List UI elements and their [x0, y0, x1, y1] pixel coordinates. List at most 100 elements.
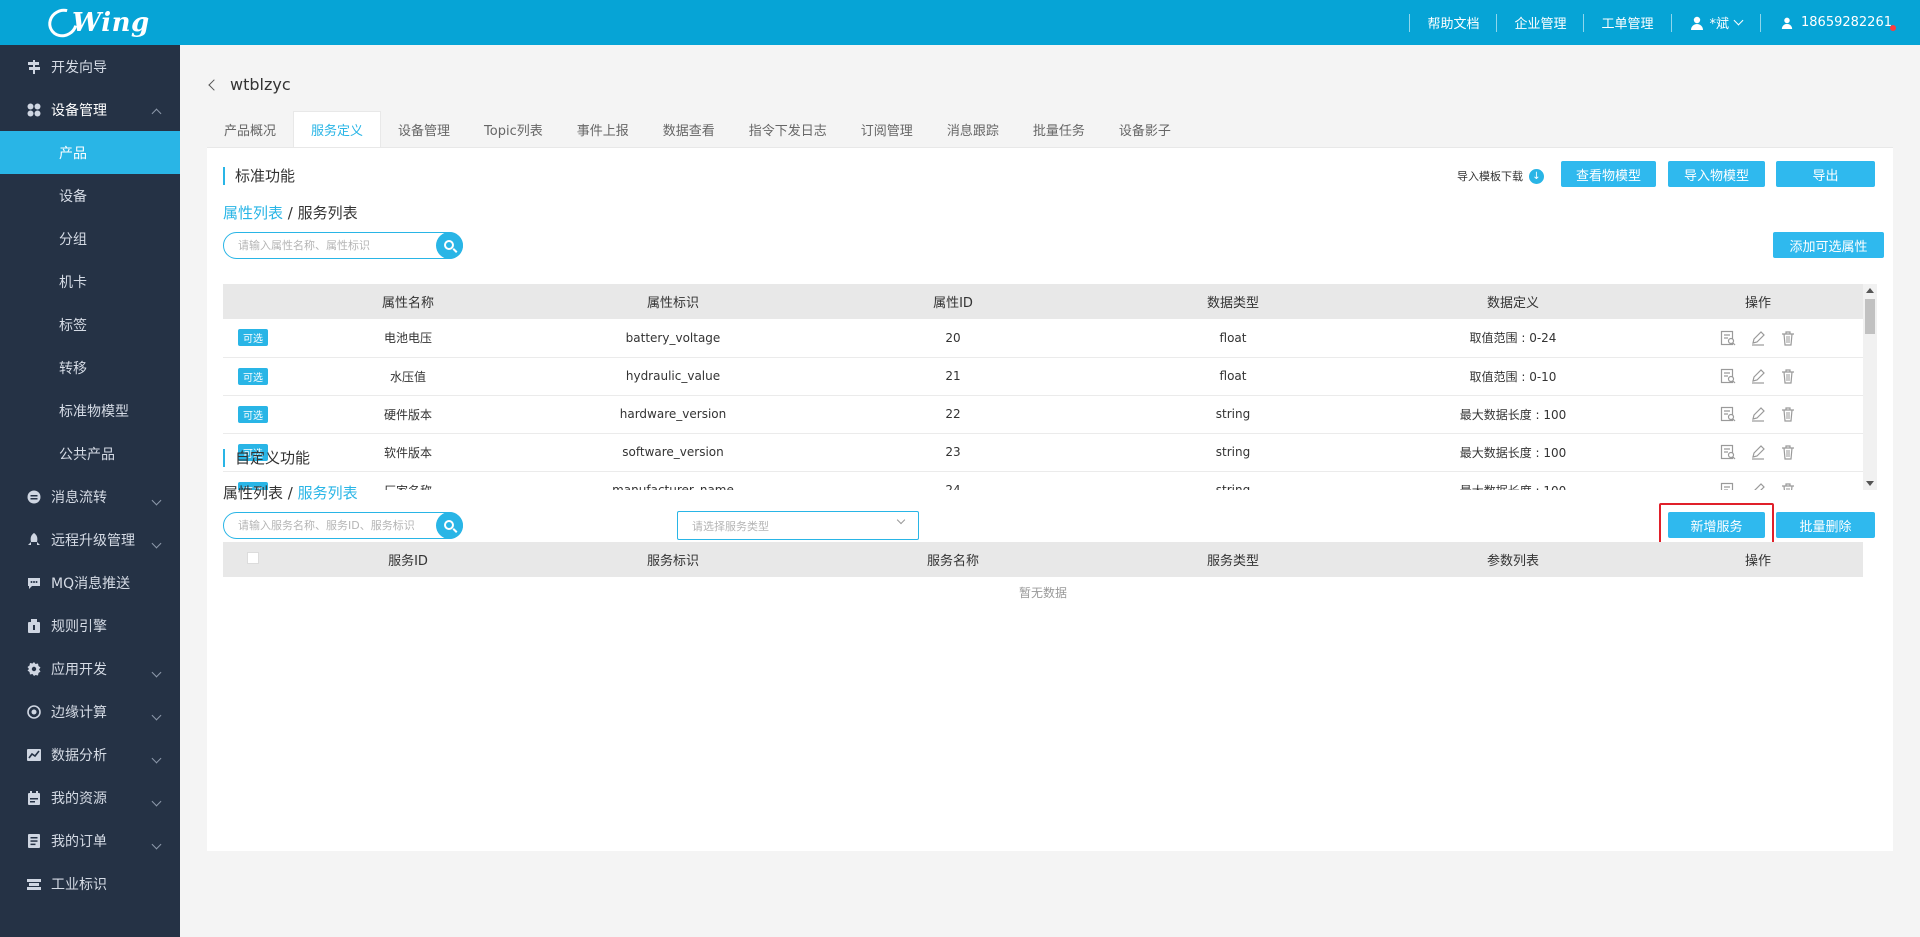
sidebar-item-data-analysis[interactable]: 数据分析 [0, 733, 180, 776]
sidebar-item-label: MQ消息推送 [51, 575, 131, 592]
ticket-link[interactable]: 工单管理 [1584, 13, 1670, 32]
export-button[interactable]: 导出 [1776, 161, 1875, 187]
service-type-select[interactable]: 请选择服务类型 [677, 511, 919, 540]
sidebar-item-mq-push[interactable]: MQ消息推送 [0, 561, 180, 604]
standard-list-switch: 属性列表 / 服务列表 [223, 202, 358, 223]
view-details-icon[interactable] [1720, 368, 1736, 384]
import-model-button[interactable]: 导入物模型 [1668, 161, 1765, 187]
edit-icon[interactable] [1750, 368, 1766, 384]
view-details-icon[interactable] [1720, 406, 1736, 422]
sidebar-sub-standard-model[interactable]: 标准物模型 [0, 389, 180, 432]
chevron-down-icon [151, 836, 162, 852]
service-search [223, 512, 463, 539]
sidebar-item-dev-guide[interactable]: 开发向导 [0, 45, 180, 88]
tab-service-definition[interactable]: 服务定义 [293, 111, 382, 147]
delete-icon[interactable] [1780, 330, 1796, 346]
property-list-link[interactable]: 属性列表 [223, 204, 283, 222]
sidebar-item-rule-engine[interactable]: 规则引擎 [0, 604, 180, 647]
edit-icon[interactable] [1750, 444, 1766, 460]
edit-icon[interactable] [1750, 482, 1766, 490]
sidebar-sub-group[interactable]: 分组 [0, 217, 180, 260]
sidebar-item-my-orders[interactable]: 我的订单 [0, 819, 180, 862]
tab-message-trace[interactable]: 消息跟踪 [930, 111, 1016, 147]
logo-text: Wing [72, 8, 150, 38]
column-header [223, 284, 283, 319]
user-menu[interactable]: *斌 [1672, 13, 1761, 32]
tab-topic-list[interactable]: Topic列表 [467, 111, 560, 147]
scroll-up-arrow[interactable] [1866, 288, 1874, 293]
separator: / [283, 204, 298, 222]
view-details-icon[interactable] [1720, 482, 1736, 490]
sidebar-item-label: 我的订单 [51, 833, 107, 850]
property-list-link[interactable]: 属性列表 [223, 484, 283, 502]
property-table-scrollbar[interactable] [1863, 284, 1877, 490]
industry-icon [26, 876, 41, 891]
sidebar-item-app-dev[interactable]: 应用开发 [0, 647, 180, 690]
service-list-link[interactable]: 服务列表 [298, 204, 358, 222]
chevron-up-icon [151, 105, 162, 121]
help-docs-link[interactable]: 帮助文档 [1410, 13, 1496, 32]
property-key-cell: hardware_version [533, 395, 813, 434]
tab-device-shadow[interactable]: 设备影子 [1102, 111, 1188, 147]
edit-icon[interactable] [1750, 406, 1766, 422]
edit-icon[interactable] [1750, 330, 1766, 346]
delete-icon[interactable] [1780, 406, 1796, 422]
sidebar-item-message-flow[interactable]: 消息流转 [0, 475, 180, 518]
select-all-checkbox[interactable] [247, 551, 259, 564]
tab-batch-task[interactable]: 批量任务 [1016, 111, 1102, 147]
data-type-cell: float [1093, 319, 1373, 358]
chart-icon [26, 747, 41, 762]
sidebar-item-my-resources[interactable]: 我的资源 [0, 776, 180, 819]
column-header: 服务标识 [533, 542, 813, 577]
account-menu[interactable]: 18659282261 [1761, 15, 1920, 31]
search-button[interactable] [436, 232, 463, 259]
search-button[interactable] [436, 512, 463, 539]
sidebar-item-device-mgmt[interactable]: 设备管理 [0, 88, 180, 131]
tab-subscription[interactable]: 订阅管理 [844, 111, 930, 147]
sidebar-sub-device[interactable]: 设备 [0, 174, 180, 217]
column-header: 属性标识 [533, 284, 813, 319]
template-download-link[interactable]: 导入模板下载 ↓ [1457, 168, 1544, 184]
view-details-icon[interactable] [1720, 330, 1736, 346]
sidebar-item-label: 工业标识 [51, 876, 107, 893]
data-type-cell: float [1093, 357, 1373, 396]
sidebar-sub-product[interactable]: 产品 [0, 131, 180, 174]
chevron-down-icon [151, 707, 162, 723]
service-search-input[interactable] [224, 513, 424, 538]
custom-list-switch: 属性列表 / 服务列表 [223, 482, 358, 503]
enterprise-link[interactable]: 企业管理 [1497, 13, 1583, 32]
chevron-down-icon [151, 492, 162, 508]
delete-icon[interactable] [1780, 444, 1796, 460]
sidebar-sub-transfer[interactable]: 转移 [0, 346, 180, 389]
view-details-icon[interactable] [1720, 444, 1736, 460]
sidebar-sub-card[interactable]: 机卡 [0, 260, 180, 303]
sidebar-item-ota[interactable]: 远程升级管理 [0, 518, 180, 561]
add-optional-property-button[interactable]: 添加可选属性 [1773, 232, 1884, 258]
delete-icon[interactable] [1780, 368, 1796, 384]
delete-icon[interactable] [1780, 482, 1796, 490]
batch-delete-button[interactable]: 批量删除 [1776, 512, 1875, 538]
sidebar-item-industrial-id[interactable]: 工业标识 [0, 862, 180, 905]
column-header: 服务ID [283, 542, 533, 577]
sidebar-sub-tag[interactable]: 标签 [0, 303, 180, 346]
sidebar-sub-public-product[interactable]: 公共产品 [0, 432, 180, 475]
tab-data-view[interactable]: 数据查看 [646, 111, 732, 147]
tab-overview[interactable]: 产品概况 [207, 111, 293, 147]
tab-command-log[interactable]: 指令下发日志 [732, 111, 844, 147]
edge-icon [26, 704, 41, 719]
scroll-down-arrow[interactable] [1866, 481, 1874, 486]
logo[interactable]: Wing [43, 3, 150, 43]
column-header: 服务类型 [1093, 542, 1373, 577]
service-table: 服务ID 服务标识 服务名称 服务类型 参数列表 操作 [223, 542, 1863, 577]
property-name-cell: 软件版本 [283, 433, 533, 472]
service-list-link[interactable]: 服务列表 [298, 484, 358, 502]
scroll-thumb[interactable] [1865, 299, 1875, 334]
column-header: 服务名称 [813, 542, 1093, 577]
tab-event-report[interactable]: 事件上报 [560, 111, 646, 147]
tab-device-mgmt[interactable]: 设备管理 [381, 111, 467, 147]
tag-cell: 可选 [223, 319, 283, 358]
back-icon[interactable] [208, 78, 220, 91]
property-search-input[interactable] [224, 233, 424, 258]
view-model-button[interactable]: 查看物模型 [1561, 161, 1656, 187]
sidebar-item-edge-computing[interactable]: 边缘计算 [0, 690, 180, 733]
